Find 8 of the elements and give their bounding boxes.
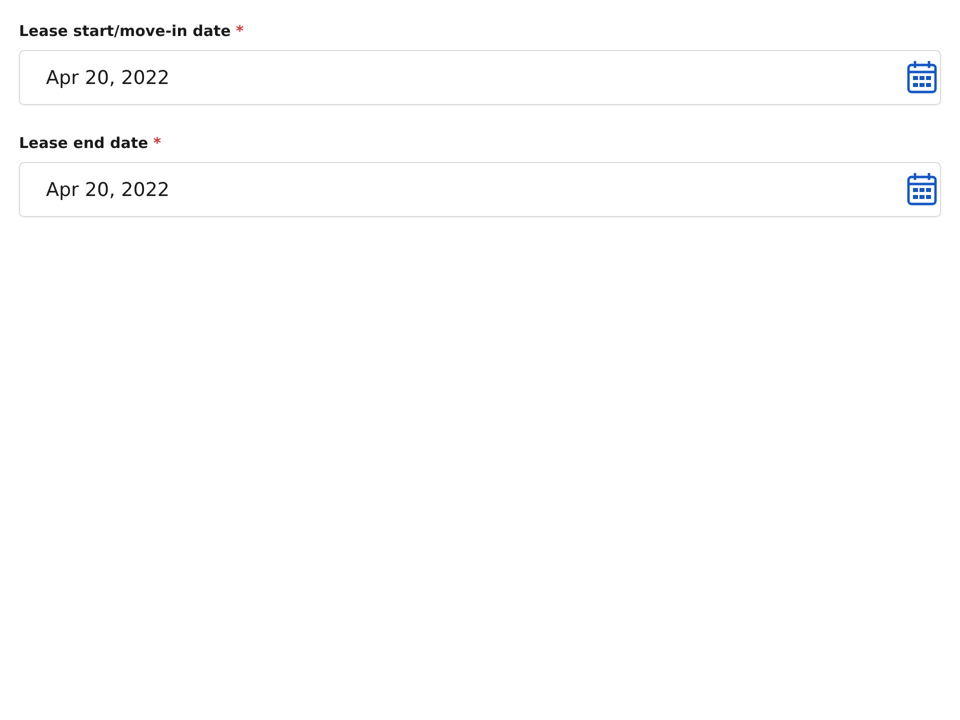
field-label: Lease end date xyxy=(19,134,148,152)
calendar-icon[interactable] xyxy=(907,172,937,206)
date-field[interactable]: Apr 20, 2022 xyxy=(19,162,941,217)
field-label: Lease start/move-in date xyxy=(19,22,231,40)
required-mark: * xyxy=(153,134,162,152)
date-field[interactable]: Apr 20, 2022 xyxy=(19,50,941,105)
calendar-icon[interactable] xyxy=(907,60,937,94)
required-mark: * xyxy=(236,22,244,40)
